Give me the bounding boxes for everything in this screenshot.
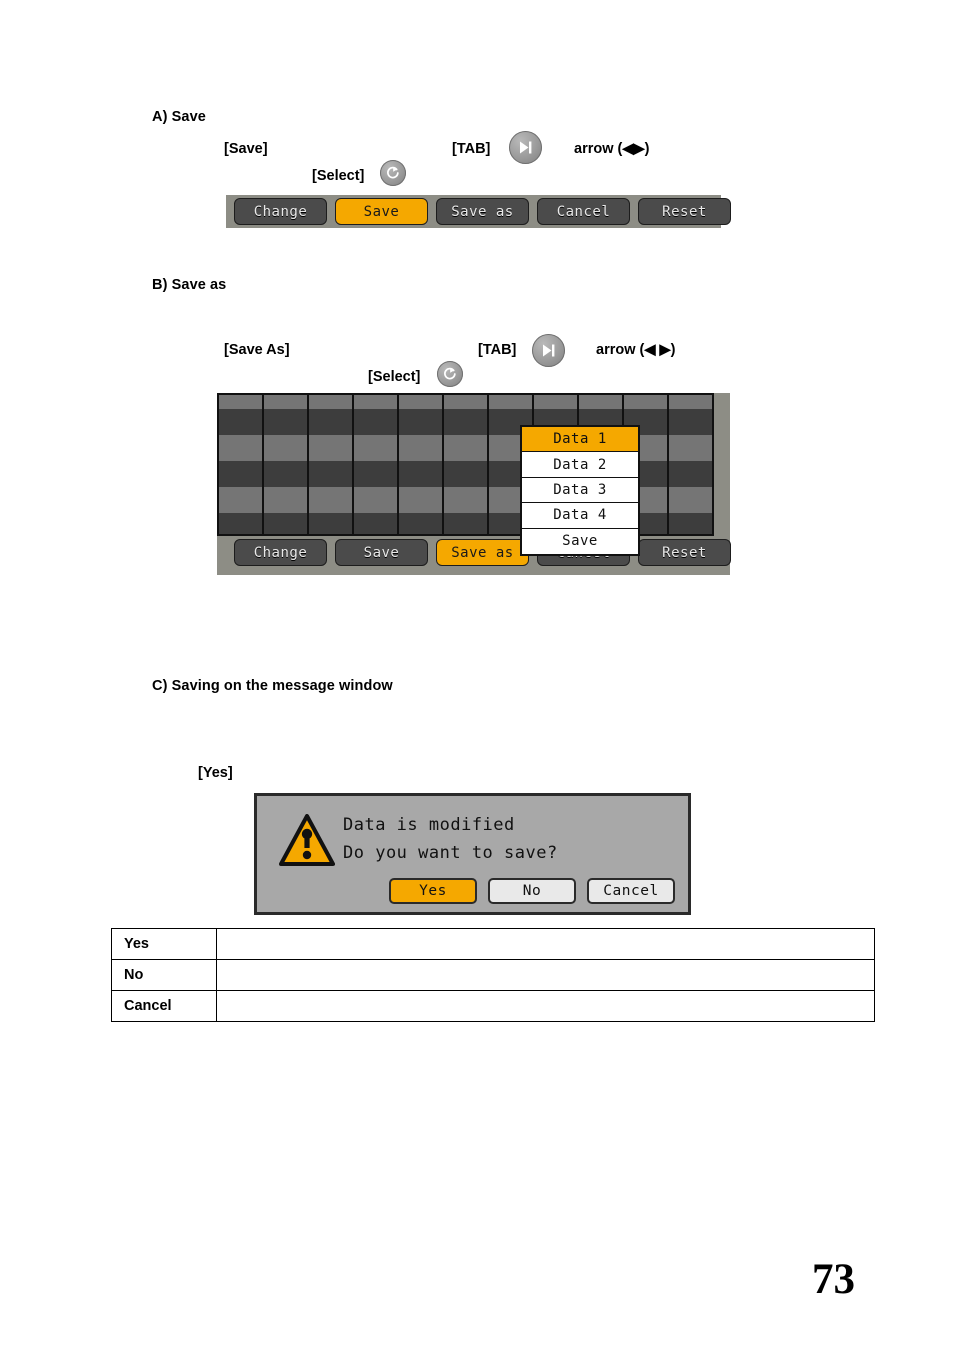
section-a-save-label: [Save] [224,141,268,157]
grid-column [219,395,264,534]
save-as-dropdown[interactable]: Data 1 Data 2 Data 3 Data 4 Save [520,425,640,556]
table-row: Cancel [111,990,875,1022]
button-save-as[interactable]: Save as [436,539,529,566]
dialog-button-no[interactable]: No [488,878,576,904]
button-save[interactable]: Save [335,539,428,566]
section-b-arrow-label: arrow (◀ ▶) [596,342,676,358]
grid-column [264,395,309,534]
message-line-1: Data is modified [343,815,515,835]
grid-column [444,395,489,534]
select-icon[interactable] [380,160,406,186]
section-b-save-as-label: [Save As] [224,342,290,358]
page-number: 73 [812,1256,855,1303]
table-cell-key: Cancel [111,990,217,1022]
section-c-yes-label: [Yes] [198,765,233,781]
dialog-button-cancel[interactable]: Cancel [587,878,675,904]
grid-column [309,395,354,534]
grid-column [354,395,399,534]
button-reset[interactable]: Reset [638,198,731,225]
dropdown-item-save[interactable]: Save [522,528,638,554]
message-buttons: Yes No Cancel [389,878,675,904]
dropdown-item-data-1[interactable]: Data 1 [522,427,638,453]
section-c-heading: C) Saving on the message window [152,678,393,694]
button-change[interactable]: Change [234,198,327,225]
section-b-buttons: Change Save Save as Cancel Reset [234,539,731,566]
table-cell-key: No [111,959,217,991]
section-b-tab-label: [TAB] [478,342,517,358]
select-icon[interactable] [437,361,463,387]
dialog-button-yes[interactable]: Yes [389,878,477,904]
grid-column [399,395,444,534]
button-save-as[interactable]: Save as [436,198,529,225]
message-button-description-table: Yes No Cancel [111,928,875,1022]
button-save[interactable]: Save [335,198,428,225]
section-a-buttons: Change Save Save as Cancel Reset [234,198,731,225]
section-b-heading: B) Save as [152,277,227,293]
dropdown-item-data-2[interactable]: Data 2 [522,452,638,478]
button-reset[interactable]: Reset [638,539,731,566]
dropdown-item-data-4[interactable]: Data 4 [522,503,638,529]
table-cell-value [216,928,875,960]
message-window: Data is modified Do you want to save? Ye… [254,793,691,915]
table-row: No [111,959,875,991]
grid-column [669,395,712,534]
tab-icon[interactable] [532,334,565,367]
dropdown-item-data-3[interactable]: Data 3 [522,477,638,504]
section-a-select-label: [Select] [312,168,365,184]
section-a-tab-label: [TAB] [452,141,491,157]
section-b-select-label: [Select] [368,369,421,385]
warning-triangle-icon [279,814,335,873]
table-row: Yes [111,928,875,960]
button-cancel[interactable]: Cancel [537,198,630,225]
message-line-2: Do you want to save? [343,843,558,863]
button-change[interactable]: Change [234,539,327,566]
table-cell-key: Yes [111,928,217,960]
section-a-arrow-label: arrow (◀▶) [574,141,650,157]
tab-icon[interactable] [509,131,542,164]
table-cell-value [216,990,875,1022]
section-a-heading: A) Save [152,109,206,125]
table-cell-value [216,959,875,991]
